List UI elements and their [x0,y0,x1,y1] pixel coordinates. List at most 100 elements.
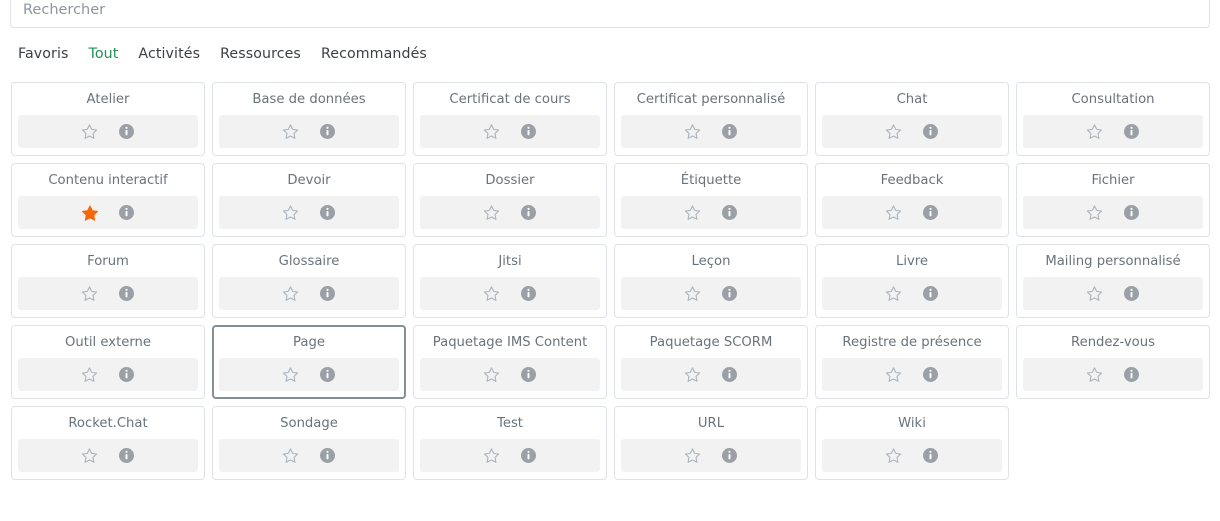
star-outline-icon[interactable] [1085,122,1105,142]
activity-card-title: URL [697,416,725,431]
activity-card-wiki[interactable]: Wiki [815,406,1009,480]
info-circle-icon[interactable] [318,365,338,385]
info-circle-icon[interactable] [720,122,740,142]
star-outline-icon[interactable] [482,284,502,304]
tab-activit-s[interactable]: Activités [128,44,210,64]
activity-card-base-de-donnees[interactable]: Base de données [212,82,406,156]
star-outline-icon[interactable] [482,446,502,466]
star-outline-icon[interactable] [482,365,502,385]
info-circle-icon[interactable] [720,284,740,304]
info-circle-icon[interactable] [519,122,539,142]
activity-card-mailing-personnalise[interactable]: Mailing personnalisé [1016,244,1210,318]
star-outline-icon[interactable] [683,284,703,304]
activity-card-actions [621,277,801,310]
info-circle-icon[interactable] [117,284,137,304]
activity-card-actions [420,277,600,310]
activity-card-url[interactable]: URL [614,406,808,480]
info-circle-icon[interactable] [1122,122,1142,142]
tab-tout[interactable]: Tout [79,44,129,64]
info-circle-icon[interactable] [318,446,338,466]
info-circle-icon[interactable] [921,203,941,223]
star-outline-icon[interactable] [884,203,904,223]
info-circle-icon[interactable] [1122,203,1142,223]
tab-favoris[interactable]: Favoris [8,44,79,64]
info-circle-icon[interactable] [117,203,137,223]
info-circle-icon[interactable] [1122,365,1142,385]
activity-card-livre[interactable]: Livre [815,244,1009,318]
activity-card-actions [18,277,198,310]
activity-card-certificat-de-cours[interactable]: Certificat de cours [413,82,607,156]
star-outline-icon[interactable] [281,365,301,385]
star-outline-icon[interactable] [281,203,301,223]
activity-card-actions [219,115,399,148]
info-circle-icon[interactable] [720,446,740,466]
activity-card-atelier[interactable]: Atelier [11,82,205,156]
activity-card-devoir[interactable]: Devoir [212,163,406,237]
star-outline-icon[interactable] [80,446,100,466]
info-circle-icon[interactable] [117,446,137,466]
star-outline-icon[interactable] [683,365,703,385]
star-outline-icon[interactable] [281,122,301,142]
info-circle-icon[interactable] [318,203,338,223]
activity-card-registre-de-presence[interactable]: Registre de présence [815,325,1009,399]
activity-card-glossaire[interactable]: Glossaire [212,244,406,318]
activity-card-paquetage-scorm[interactable]: Paquetage SCORM [614,325,808,399]
star-outline-icon[interactable] [80,122,100,142]
activity-card-paquetage-ims-content[interactable]: Paquetage IMS Content [413,325,607,399]
search-input[interactable] [10,0,1210,28]
activity-card-feedback[interactable]: Feedback [815,163,1009,237]
star-outline-icon[interactable] [683,203,703,223]
info-circle-icon[interactable] [921,122,941,142]
star-outline-icon[interactable] [683,122,703,142]
activity-card-test[interactable]: Test [413,406,607,480]
info-circle-icon[interactable] [720,365,740,385]
star-outline-icon[interactable] [884,446,904,466]
star-outline-icon[interactable] [80,365,100,385]
star-filled-icon[interactable] [80,203,100,223]
star-outline-icon[interactable] [1085,203,1105,223]
activity-card-page[interactable]: Page [212,325,406,399]
activity-card-chat[interactable]: Chat [815,82,1009,156]
info-circle-icon[interactable] [1122,284,1142,304]
activity-card-forum[interactable]: Forum [11,244,205,318]
activity-card-contenu-interactif[interactable]: Contenu interactif [11,163,205,237]
activity-card-dossier[interactable]: Dossier [413,163,607,237]
info-circle-icon[interactable] [519,446,539,466]
info-circle-icon[interactable] [519,365,539,385]
activity-card-consultation[interactable]: Consultation [1016,82,1210,156]
star-outline-icon[interactable] [281,284,301,304]
activity-card-sondage[interactable]: Sondage [212,406,406,480]
activity-card-outil-externe[interactable]: Outil externe [11,325,205,399]
star-outline-icon[interactable] [884,365,904,385]
activity-card-lecon[interactable]: Leçon [614,244,808,318]
activity-card-jitsi[interactable]: Jitsi [413,244,607,318]
activity-card-rocket-chat[interactable]: Rocket.Chat [11,406,205,480]
activity-card-rendez-vous[interactable]: Rendez-vous [1016,325,1210,399]
star-outline-icon[interactable] [482,203,502,223]
star-outline-icon[interactable] [683,446,703,466]
tab-recommand-s[interactable]: Recommandés [311,44,437,64]
activity-card-title: Jitsi [498,254,522,269]
activity-card-etiquette[interactable]: Étiquette [614,163,808,237]
info-circle-icon[interactable] [921,365,941,385]
tab-ressources[interactable]: Ressources [210,44,311,64]
activity-card-actions [420,196,600,229]
activity-card-fichier[interactable]: Fichier [1016,163,1210,237]
info-circle-icon[interactable] [519,203,539,223]
info-circle-icon[interactable] [117,122,137,142]
info-circle-icon[interactable] [921,446,941,466]
activity-card-certificat-personnalise[interactable]: Certificat personnalisé [614,82,808,156]
info-circle-icon[interactable] [318,122,338,142]
info-circle-icon[interactable] [117,365,137,385]
info-circle-icon[interactable] [720,203,740,223]
info-circle-icon[interactable] [318,284,338,304]
star-outline-icon[interactable] [281,446,301,466]
star-outline-icon[interactable] [482,122,502,142]
star-outline-icon[interactable] [1085,284,1105,304]
info-circle-icon[interactable] [519,284,539,304]
star-outline-icon[interactable] [884,122,904,142]
star-outline-icon[interactable] [1085,365,1105,385]
star-outline-icon[interactable] [80,284,100,304]
info-circle-icon[interactable] [921,284,941,304]
star-outline-icon[interactable] [884,284,904,304]
